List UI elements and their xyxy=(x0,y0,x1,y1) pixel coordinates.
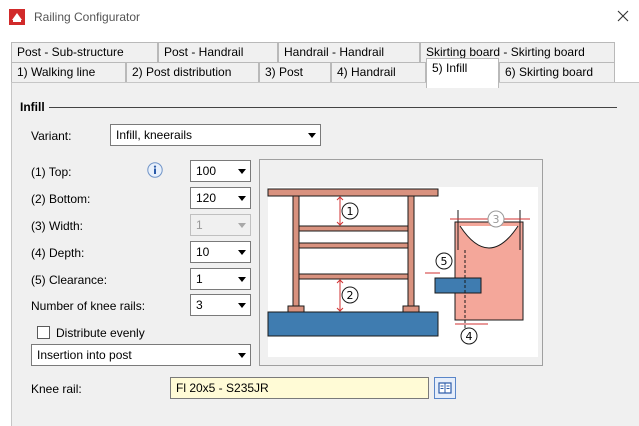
top-select[interactable]: 100 xyxy=(190,160,251,182)
clearance-label: (5) Clearance: xyxy=(31,273,108,287)
catalog-button[interactable] xyxy=(434,377,456,399)
chevron-down-icon xyxy=(238,303,246,308)
distribute-evenly-checkbox[interactable] xyxy=(37,326,50,339)
variant-select[interactable]: Infill, kneerails xyxy=(110,124,321,146)
clearance-select[interactable]: 1 xyxy=(190,268,251,290)
tab-post-distribution[interactable]: 2) Post distribution xyxy=(126,62,259,82)
chevron-down-icon xyxy=(238,223,246,228)
chevron-down-icon xyxy=(238,353,246,358)
tab-handrail[interactable]: 4) Handrail xyxy=(331,62,426,82)
window-title: Railing Configurator xyxy=(34,10,141,24)
app-logo-icon xyxy=(9,9,25,25)
close-icon[interactable] xyxy=(616,9,630,23)
depth-value: 10 xyxy=(196,245,210,259)
tab-infill[interactable]: 5) Infill xyxy=(426,58,499,88)
callout-2: 2 xyxy=(347,289,354,302)
variant-label: Variant: xyxy=(31,129,72,143)
infill-diagram-svg: 1 2 3 5 4 xyxy=(267,187,538,357)
variant-value: Infill, kneerails xyxy=(116,128,193,142)
depth-select[interactable]: 10 xyxy=(190,241,251,263)
bottom-label: (2) Bottom: xyxy=(31,192,91,206)
chevron-down-icon xyxy=(238,169,246,174)
top-value: 100 xyxy=(196,164,217,178)
tab-handrail-handrail[interactable]: Handrail - Handrail xyxy=(278,42,420,62)
width-value: 1 xyxy=(196,218,203,232)
knee-count-label: Number of knee rails: xyxy=(31,299,146,313)
tab-post-handrail[interactable]: Post - Handrail xyxy=(158,42,278,62)
chevron-down-icon xyxy=(308,133,316,138)
group-divider xyxy=(20,107,617,108)
tab-skirting-board[interactable]: 6) Skirting board xyxy=(499,62,615,82)
info-icon[interactable] xyxy=(147,162,163,178)
callout-3: 3 xyxy=(493,213,500,226)
width-label: (3) Width: xyxy=(31,219,84,233)
knee-rail-label: Knee rail: xyxy=(31,382,82,396)
distribute-evenly-label: Distribute evenly xyxy=(56,326,145,340)
tab-walking-line[interactable]: 1) Walking line xyxy=(11,62,126,82)
tab-post-substructure[interactable]: Post - Sub-structure xyxy=(11,42,158,62)
width-select: 1 xyxy=(190,214,251,236)
bottom-select[interactable]: 120 xyxy=(190,187,251,209)
chevron-down-icon xyxy=(238,196,246,201)
knee-count-value: 3 xyxy=(196,298,203,312)
callout-4: 4 xyxy=(466,330,473,343)
knee-rail-field[interactable]: Fl 20x5 - S235JR xyxy=(170,377,429,399)
depth-label: (4) Depth: xyxy=(31,246,85,260)
chevron-down-icon xyxy=(238,277,246,282)
title-bar: Railing Configurator xyxy=(0,0,639,34)
catalog-icon xyxy=(438,382,452,394)
group-title: Infill xyxy=(20,100,49,114)
chevron-down-icon xyxy=(238,250,246,255)
tab-post[interactable]: 3) Post xyxy=(259,62,331,82)
knee-rail-value: Fl 20x5 - S235JR xyxy=(176,381,269,395)
infill-diagram: 1 2 3 5 4 xyxy=(259,159,543,366)
callout-1: 1 xyxy=(347,205,354,218)
insertion-value: Insertion into post xyxy=(37,348,132,362)
knee-count-select[interactable]: 3 xyxy=(190,294,251,316)
callout-5: 5 xyxy=(441,255,448,268)
insertion-select[interactable]: Insertion into post xyxy=(31,344,251,366)
clearance-value: 1 xyxy=(196,272,203,286)
top-label: (1) Top: xyxy=(31,165,72,179)
bottom-value: 120 xyxy=(196,191,217,205)
